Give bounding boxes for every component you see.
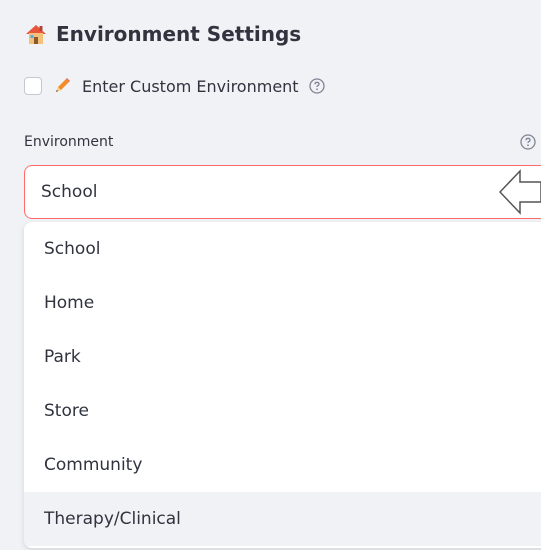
dropdown-option[interactable]: Community — [24, 438, 541, 492]
environment-label: Environment — [24, 134, 114, 150]
house-icon — [26, 25, 46, 44]
dropdown-option[interactable]: Therapy/Clinical — [24, 492, 541, 546]
dropdown-option[interactable]: School — [24, 222, 541, 276]
selected-value: School — [41, 182, 98, 202]
custom-environment-row: Enter Custom Environment — [24, 76, 325, 96]
dropdown-option[interactable]: Home — [24, 276, 541, 330]
pencil-icon — [56, 78, 70, 92]
dropdown-option[interactable]: Store — [24, 384, 541, 438]
section-title: Environment Settings — [56, 22, 302, 46]
left-arrow-icon — [498, 169, 541, 215]
environment-select[interactable]: School — [24, 165, 541, 219]
custom-environment-checkbox[interactable] — [24, 77, 42, 95]
help-icon[interactable] — [520, 134, 536, 150]
custom-environment-label: Enter Custom Environment — [82, 76, 299, 96]
dropdown-option[interactable]: Park — [24, 330, 541, 384]
environment-dropdown-menu: School Home Park Store Community Therapy/Clin… — [24, 222, 541, 548]
help-icon[interactable] — [308, 78, 325, 94]
section-heading: Environment Settings — [24, 22, 301, 46]
environment-settings-panel: Environment Settings Enter Custom Enviro… — [0, 0, 541, 550]
